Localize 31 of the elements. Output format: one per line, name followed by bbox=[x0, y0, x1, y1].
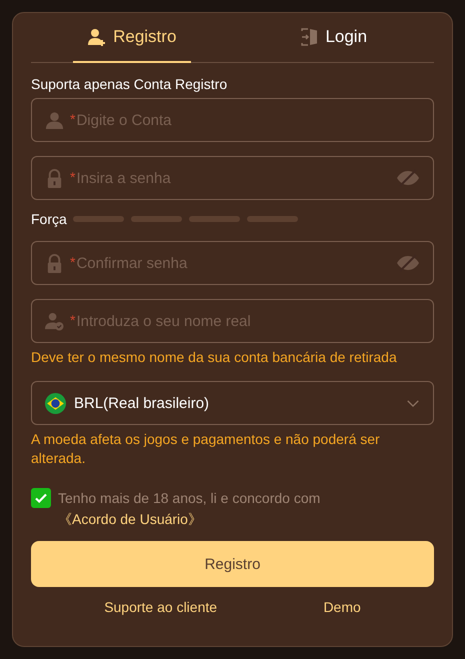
flag-icon bbox=[45, 392, 66, 414]
footer-link[interactable]: Demo bbox=[323, 599, 361, 615]
hint-text: A moeda afeta os jogos e pagamentos e não poderá ser alterada. bbox=[31, 430, 381, 468]
agreement-text: Tenho mais de 18 anos, li e concordo com 《Acordo de Usuário》 bbox=[58, 489, 322, 529]
text-input[interactable]: Confirmar senha bbox=[76, 254, 396, 272]
lock-icon bbox=[45, 168, 64, 188]
tab[interactable]: Registro bbox=[31, 13, 232, 63]
eye-slash-icon[interactable] bbox=[396, 169, 420, 187]
user-icon bbox=[45, 110, 64, 130]
currency-select[interactable]: BRL(Real brasileiro) bbox=[31, 381, 434, 425]
required-mark: * bbox=[70, 110, 76, 128]
account-note: Suporta apenas Conta Registro bbox=[31, 76, 228, 92]
required-mark: * bbox=[70, 254, 76, 272]
required-mark: * bbox=[70, 312, 76, 330]
eye-slash-icon[interactable] bbox=[396, 254, 420, 272]
required-mark: * bbox=[70, 168, 76, 186]
agreement-link[interactable]: 《Acordo de Usuário》 bbox=[58, 511, 202, 527]
footer-link[interactable]: Suporte ao cliente bbox=[104, 599, 218, 615]
chevron-down-icon bbox=[406, 398, 420, 408]
hint-text: Deve ter o mesmo nome da sua conta bancária de retirada bbox=[31, 348, 398, 367]
door-icon bbox=[299, 27, 320, 47]
text-input[interactable]: Introduza o seu nome real bbox=[76, 312, 420, 330]
text-input[interactable]: Insira a senha bbox=[76, 170, 396, 186]
user-plus-icon bbox=[87, 27, 108, 47]
text-input[interactable]: Digite o Conta bbox=[76, 112, 420, 128]
lock-icon bbox=[45, 254, 64, 272]
register-button[interactable]: Registro bbox=[31, 541, 434, 587]
agree-checkbox[interactable] bbox=[31, 488, 51, 508]
strength-label: Força bbox=[31, 211, 67, 227]
tab[interactable]: Login bbox=[232, 13, 434, 63]
user-check-icon bbox=[45, 312, 64, 330]
